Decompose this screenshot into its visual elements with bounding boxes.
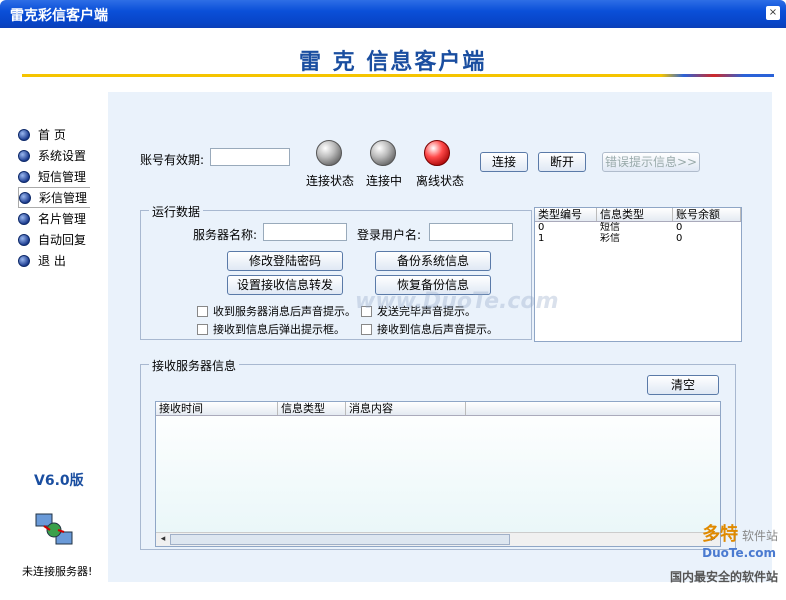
status-lamp-connected (316, 140, 342, 166)
table-header: 类型编号 信息类型 账号余额 (535, 208, 741, 222)
column-header[interactable]: 消息内容 (346, 402, 466, 415)
sidebar-item-label: 自动回复 (38, 233, 87, 247)
bullet-icon (18, 149, 30, 162)
checkbox-box (197, 305, 208, 317)
popup-on-receive-checkbox[interactable]: 接收到信息后弹出提示框。 (197, 321, 345, 337)
sidebar-item-autoreply[interactable]: 自动回复 (18, 229, 108, 250)
checkbox-label: 接收到信息后弹出提示框。 (213, 323, 345, 336)
checkbox-label: 收到服务器消息后声音提示。 (213, 305, 356, 318)
checkbox-box (361, 323, 372, 335)
table-cell: 0 (676, 233, 683, 244)
scroll-thumb[interactable] (170, 534, 510, 545)
bullet-icon (18, 128, 30, 141)
sidebar-nav: 首 页 系统设置 短信管理 彩信管理 名片管理 自动回复 退 出 (18, 124, 108, 271)
server-messages-list[interactable]: 接收时间 信息类型 消息内容 ◂ ▸ (155, 401, 721, 547)
server-messages-group: 接收服务器信息 清空 接收时间 信息类型 消息内容 ◂ ▸ (140, 357, 736, 550)
column-header[interactable]: 类型编号 (535, 208, 597, 221)
change-password-button[interactable]: 修改登陆密码 (227, 251, 343, 271)
bullet-icon (18, 170, 30, 183)
sidebar-item-exit[interactable]: 退 出 (18, 250, 108, 271)
app-header-title: 雷 克 信息客户端 (299, 50, 487, 75)
scroll-left-icon[interactable]: ◂ (156, 533, 170, 546)
login-user-field[interactable] (429, 223, 513, 241)
sidebar-item-label: 系统设置 (38, 149, 87, 163)
sound-on-server-msg-checkbox[interactable]: 收到服务器消息后声音提示。 (197, 303, 356, 319)
clear-button[interactable]: 清空 (647, 375, 719, 395)
bullet-icon (18, 233, 30, 246)
bullet-icon (18, 254, 30, 267)
table-row[interactable]: 0 短信 0 (535, 222, 741, 233)
account-validity-label: 账号有效期: (140, 153, 205, 167)
sidebar-item-label: 彩信管理 (39, 191, 88, 205)
column-header[interactable]: 信息类型 (597, 208, 673, 221)
network-icon (35, 513, 73, 545)
sidebar-item-label: 首 页 (38, 128, 66, 142)
connection-status-text: 未连接服务器! (22, 565, 93, 578)
disconnect-button[interactable]: 断开 (538, 152, 586, 172)
table-header: 接收时间 信息类型 消息内容 (156, 402, 720, 416)
watermark-brand: 多特 (702, 524, 739, 545)
horizontal-scrollbar[interactable]: ◂ ▸ (156, 532, 720, 546)
window-title: 雷克彩信客户端 (10, 8, 108, 24)
server-name-label: 服务器名称: (193, 228, 258, 242)
forward-setting-button[interactable]: 设置接收信息转发 (227, 275, 343, 295)
column-header[interactable]: 接收时间 (156, 402, 278, 415)
sidebar-item-sms[interactable]: 短信管理 (18, 166, 108, 187)
app-window: 雷克彩信客户端 × 雷 克 信息客户端 首 页 系统设置 短信管理 彩信管理 名… (0, 0, 786, 600)
sidebar-item-home[interactable]: 首 页 (18, 124, 108, 145)
status-lamp-label: 离线状态 (416, 174, 465, 188)
close-button[interactable]: × (766, 6, 780, 20)
status-lamp-offline (424, 140, 450, 166)
sidebar-item-cards[interactable]: 名片管理 (18, 208, 108, 229)
header-divider (22, 74, 774, 77)
sound-on-receive-checkbox[interactable]: 接收到信息后声音提示。 (361, 321, 498, 337)
error-hint-button[interactable]: 错误提示信息>> (602, 152, 700, 172)
watermark-tagline: 软件站 (741, 529, 778, 543)
status-lamp-label: 连接中 (366, 174, 403, 188)
account-validity-field[interactable] (210, 148, 290, 166)
checkbox-box (197, 323, 208, 335)
bullet-icon (19, 191, 31, 204)
checkbox-label: 接收到信息后声音提示。 (377, 323, 498, 336)
watermark-overlay: www.DuoTe.com (355, 289, 559, 314)
version-label: V6.0版 (34, 473, 84, 489)
login-user-label: 登录用户名: (357, 228, 422, 242)
table-cell: 0 (676, 222, 683, 233)
sidebar-item-label: 名片管理 (38, 212, 87, 226)
watermark-site: DuoTe.com (702, 546, 777, 560)
column-header[interactable]: 账号余额 (673, 208, 741, 221)
backup-system-button[interactable]: 备份系统信息 (375, 251, 491, 271)
column-header[interactable]: 信息类型 (278, 402, 346, 415)
server-name-field[interactable] (263, 223, 347, 241)
status-lamp-connecting (370, 140, 396, 166)
sidebar-item-mms[interactable]: 彩信管理 (18, 187, 90, 208)
bullet-icon (18, 212, 30, 225)
sidebar-item-settings[interactable]: 系统设置 (18, 145, 108, 166)
server-messages-title: 接收服务器信息 (149, 357, 240, 374)
table-cell: 彩信 (600, 233, 620, 244)
main-panel: 账号有效期: 连接状态 连接中 离线状态 连接 断开 错误提示信息>> 运行数据… (108, 92, 772, 582)
watermark-slogan: 国内最安全的软件站 (669, 570, 778, 584)
table-cell: 短信 (600, 222, 620, 233)
balance-table[interactable]: 类型编号 信息类型 账号余额 0 短信 0 1 彩信 0 (534, 207, 742, 342)
title-bar: 雷克彩信客户端 × (0, 0, 786, 28)
table-row[interactable]: 1 彩信 0 (535, 233, 741, 244)
run-data-group: 运行数据 服务器名称: 登录用户名: 修改登陆密码 备份系统信息 设置接收信息转… (140, 203, 532, 340)
table-cell: 0 (538, 222, 545, 233)
status-lamp-label: 连接状态 (306, 174, 355, 188)
run-data-title: 运行数据 (149, 203, 204, 220)
sidebar-item-label: 短信管理 (38, 170, 87, 184)
watermark: 多特 软件站 DuoTe.com (702, 520, 778, 560)
connect-button[interactable]: 连接 (480, 152, 528, 172)
table-cell: 1 (538, 233, 545, 244)
sidebar-item-label: 退 出 (38, 254, 66, 268)
